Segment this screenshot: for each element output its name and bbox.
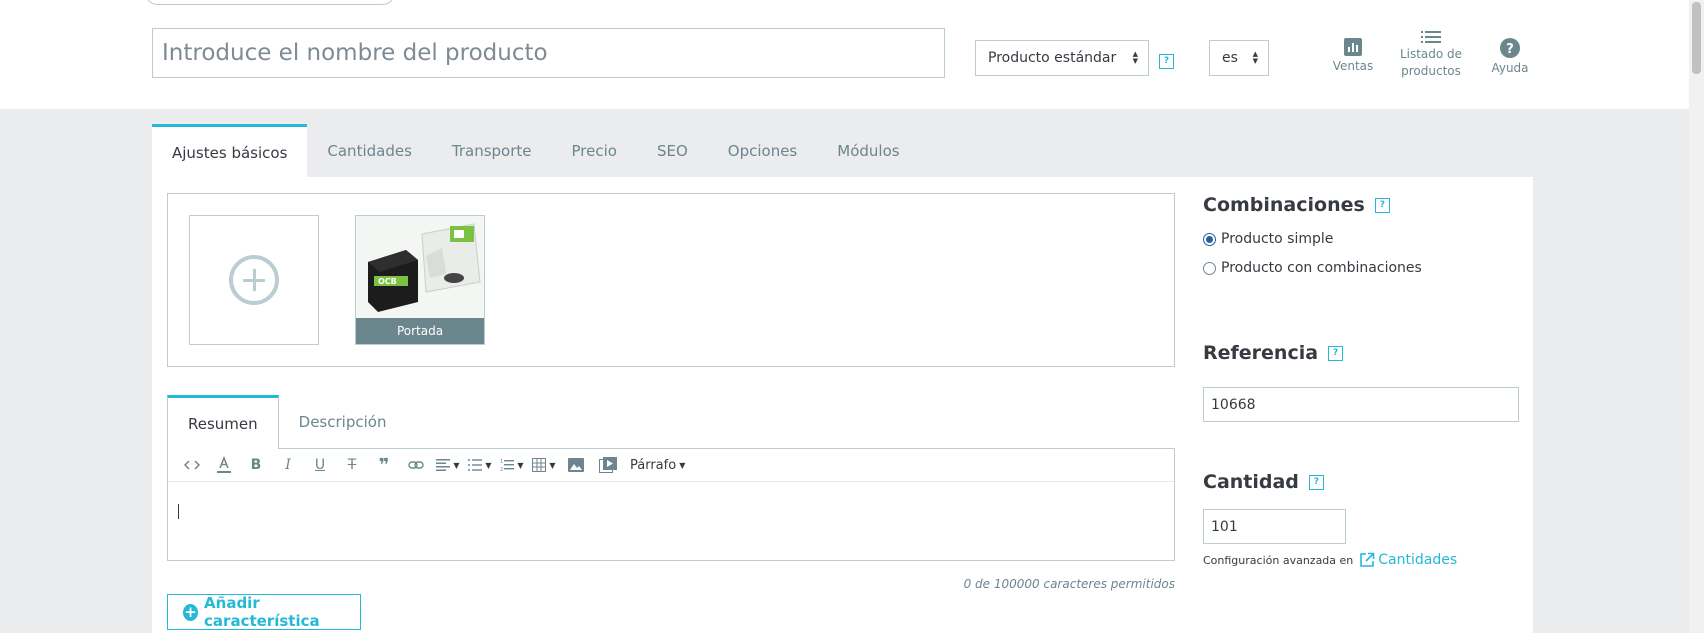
- product-list-button[interactable]: Listado de productos: [1395, 30, 1467, 80]
- quantity-input[interactable]: [1203, 509, 1346, 544]
- svg-text:1: 1: [500, 459, 503, 465]
- quantity-title-text: Cantidad: [1203, 471, 1299, 493]
- product-type-help-icon[interactable]: ?: [1159, 54, 1174, 69]
- tab-description[interactable]: Descripción: [279, 395, 407, 448]
- quantity-title: Cantidad ?: [1203, 471, 1324, 493]
- product-type-select[interactable]: Producto estándar ▲ ▼: [975, 40, 1149, 76]
- bold-icon[interactable]: B: [240, 454, 272, 476]
- language-select[interactable]: es ▲ ▼: [1209, 40, 1269, 76]
- select-arrows-icon: ▲ ▼: [1132, 50, 1138, 65]
- tab-modules[interactable]: Módulos: [817, 124, 919, 177]
- blockquote-icon[interactable]: ❞: [368, 454, 400, 476]
- combinations-help-icon[interactable]: ?: [1374, 197, 1390, 213]
- image-icon[interactable]: [560, 454, 592, 476]
- tab-summary[interactable]: Resumen: [167, 395, 279, 449]
- product-header: Producto estándar ▲▼ ? es ▲▼ Ventas List…: [0, 0, 1689, 109]
- combinations-title-text: Combinaciones: [1203, 194, 1365, 216]
- product-list-label-1: Listado de: [1399, 47, 1463, 61]
- sales-label: Ventas: [1332, 59, 1374, 73]
- tab-shipping[interactable]: Transporte: [432, 124, 552, 177]
- bar-chart-icon: [1344, 38, 1362, 56]
- svg-text:?: ?: [1506, 42, 1514, 57]
- plus-circle-icon: [229, 255, 279, 305]
- reference-title: Referencia ?: [1203, 342, 1344, 364]
- strikethrough-icon[interactable]: T: [336, 454, 368, 476]
- tab-price[interactable]: Precio: [552, 124, 637, 177]
- chevron-down-icon: ▼: [453, 460, 460, 470]
- question-circle-icon: ?: [1500, 38, 1520, 58]
- quantity-help-icon[interactable]: ?: [1308, 474, 1324, 490]
- paragraph-format-label: Párrafo: [630, 457, 677, 473]
- text-cursor: [178, 504, 179, 519]
- external-link-icon: [1360, 552, 1375, 567]
- chevron-down-icon: ▼: [549, 460, 556, 470]
- product-type-value: Producto estándar: [988, 50, 1117, 66]
- italic-icon[interactable]: I: [272, 454, 304, 476]
- reference-title-text: Referencia: [1203, 342, 1319, 364]
- chevron-down-icon: ▼: [679, 460, 686, 470]
- add-feature-button[interactable]: + Añadir característica: [167, 594, 361, 630]
- source-code-icon[interactable]: [176, 454, 208, 476]
- product-image-thumbnail[interactable]: OCB Portada: [355, 215, 485, 345]
- language-value: es: [1222, 50, 1238, 66]
- reference-help-icon[interactable]: ?: [1328, 345, 1344, 361]
- summary-editor: B I U T ❞ ▼ ▼ 1 2 ▼ ▼ Párrafo ▼: [167, 448, 1175, 561]
- product-name-input[interactable]: [152, 28, 945, 78]
- svg-text:2: 2: [500, 467, 503, 472]
- chevron-down-icon: ▼: [517, 460, 524, 470]
- top-search-pill[interactable]: [145, 0, 395, 5]
- bullet-list-icon[interactable]: ▼: [464, 454, 496, 476]
- paragraph-format-dropdown[interactable]: Párrafo ▼: [624, 454, 685, 476]
- tab-seo[interactable]: SEO: [637, 124, 708, 177]
- align-icon[interactable]: ▼: [432, 454, 464, 476]
- select-arrows-icon: ▲ ▼: [1252, 50, 1258, 65]
- cover-label: Portada: [356, 318, 484, 344]
- tab-options[interactable]: Opciones: [708, 124, 817, 177]
- basic-settings-panel: OCB Portada Resumen Descripción B I U T …: [152, 177, 1533, 633]
- table-icon[interactable]: ▼: [528, 454, 560, 476]
- underline-icon[interactable]: U: [304, 454, 336, 476]
- add-image-button[interactable]: [189, 215, 319, 345]
- help-label: Ayuda: [1491, 61, 1529, 75]
- editor-toolbar: B I U T ❞ ▼ ▼ 1 2 ▼ ▼ Párrafo ▼: [168, 449, 1174, 482]
- radio-unchecked-icon[interactable]: [1203, 261, 1216, 275]
- radio-simple-label: Producto simple: [1221, 231, 1334, 247]
- sales-button[interactable]: Ventas: [1325, 38, 1381, 75]
- character-counter: 0 de 100000 caracteres permitidos: [963, 577, 1175, 591]
- description-tabs: Resumen Descripción: [167, 395, 407, 449]
- summary-text-area[interactable]: [168, 482, 1174, 560]
- help-button[interactable]: ? Ayuda: [1484, 38, 1536, 77]
- radio-checked-icon[interactable]: [1203, 232, 1216, 246]
- media-icon[interactable]: [592, 454, 624, 476]
- product-tabs: Ajustes básicos Cantidades Transporte Pr…: [152, 124, 920, 177]
- chevron-down-icon: ▼: [485, 460, 492, 470]
- plus-circle-icon: +: [183, 602, 199, 621]
- quantities-link-label: Cantidades: [1378, 552, 1458, 568]
- numbered-list-icon[interactable]: 1 2 ▼: [496, 454, 528, 476]
- scrollbar-thumb[interactable]: [1692, 2, 1701, 74]
- link-icon[interactable]: [400, 454, 432, 476]
- svg-text:OCB: OCB: [378, 277, 397, 286]
- combinations-title: Combinaciones ?: [1203, 194, 1390, 216]
- product-list-label-2: productos: [1401, 64, 1461, 78]
- product-photo: OCB: [356, 216, 484, 320]
- advanced-settings-text: Configuración avanzada en: [1203, 553, 1354, 567]
- radio-simple-product[interactable]: Producto simple: [1203, 231, 1333, 247]
- tab-quantities[interactable]: Cantidades: [307, 124, 432, 177]
- advanced-settings-row: Configuración avanzada en Cantidades: [1203, 552, 1457, 568]
- radio-combinations-label: Producto con combinaciones: [1221, 260, 1422, 276]
- reference-input[interactable]: [1203, 387, 1519, 422]
- product-images-box: OCB Portada: [167, 193, 1175, 367]
- tab-basic-settings[interactable]: Ajustes básicos: [152, 124, 308, 177]
- add-feature-label: Añadir característica: [204, 594, 320, 630]
- radio-product-with-combinations[interactable]: Producto con combinaciones: [1203, 260, 1422, 276]
- text-color-icon[interactable]: [208, 454, 240, 476]
- page-scrollbar[interactable]: [1689, 0, 1704, 633]
- quantities-link[interactable]: Cantidades: [1359, 552, 1457, 568]
- list-icon: [1421, 31, 1441, 43]
